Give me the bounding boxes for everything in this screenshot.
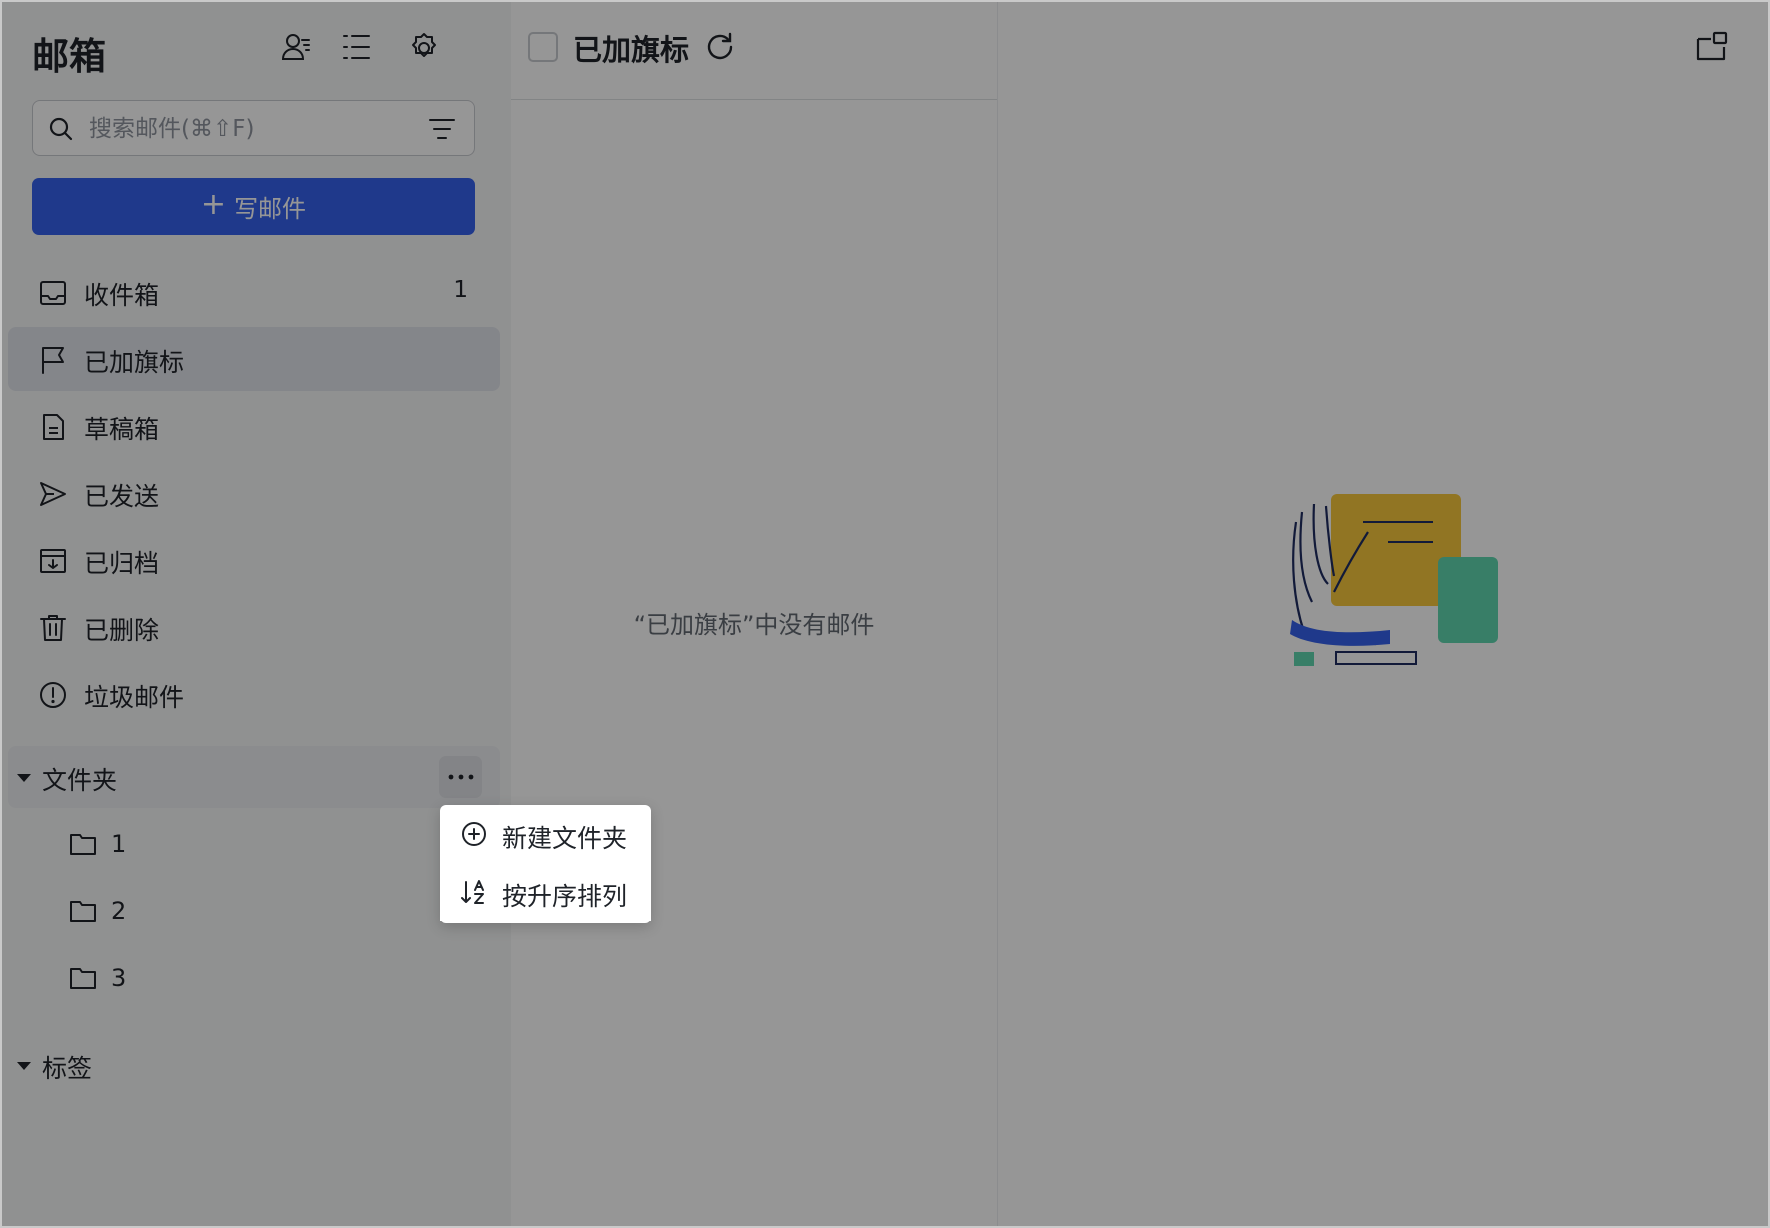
modal-overlay[interactable]	[0, 0, 1770, 1228]
menu-label: 新建文件夹	[502, 824, 628, 853]
sort-ascending-icon	[461, 880, 484, 904]
plus-circle-icon	[462, 822, 486, 846]
menu-label: 按升序排列	[502, 882, 628, 911]
mail-app: 邮箱 搜索邮件(⌘⇧F) + 写邮件 收件箱 1 已加旗标 草稿箱 已发送 已归…	[0, 0, 1770, 1228]
menu-item-sort-ascending[interactable]: 按升序排列	[440, 863, 651, 921]
folder-context-menu: 新建文件夹 按升序排列	[440, 805, 651, 923]
menu-item-new-folder[interactable]: 新建文件夹	[440, 805, 651, 863]
